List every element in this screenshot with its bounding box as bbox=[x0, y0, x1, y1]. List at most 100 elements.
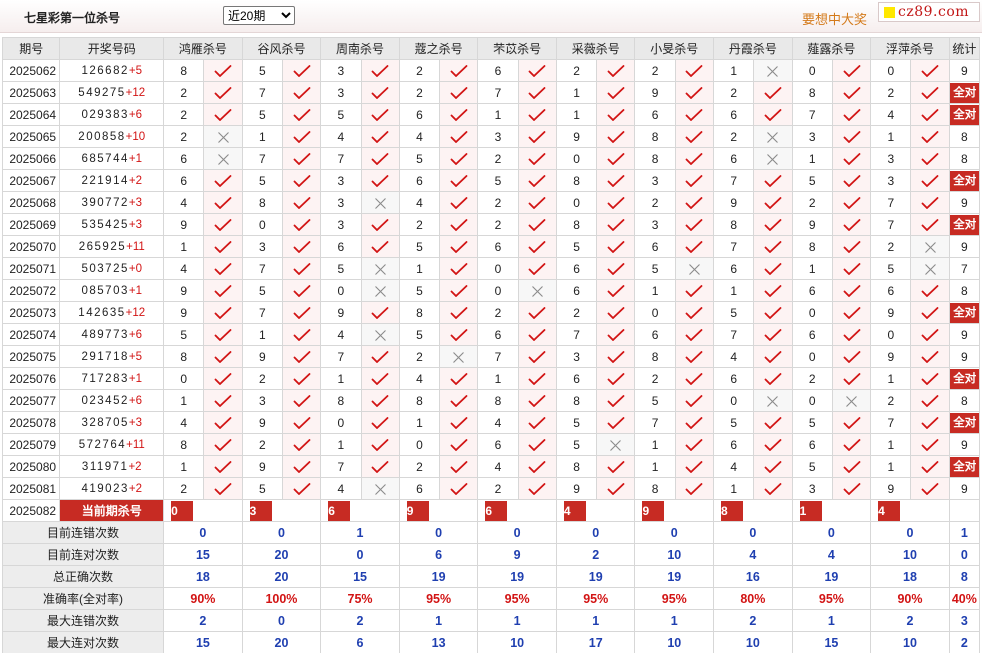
kill-number-cell: 4 bbox=[398, 191, 441, 214]
draw-digits: 328705 bbox=[81, 416, 129, 429]
result-cell bbox=[281, 191, 322, 214]
check-icon bbox=[764, 439, 782, 452]
check-icon bbox=[214, 373, 232, 386]
kill-number-cell: 6 bbox=[163, 147, 205, 170]
table-row: 2025079 572764+11 8 2 1 0 6 5 1 6 6 1 9 bbox=[1, 433, 981, 456]
draw-digits: 311971 bbox=[81, 460, 129, 473]
result-cell bbox=[281, 59, 322, 82]
kill-number-cell: 0 bbox=[791, 389, 833, 412]
stat-cell bbox=[948, 499, 981, 522]
result-cell bbox=[596, 103, 636, 126]
result-cell bbox=[674, 213, 715, 236]
kill-number-cell: 3 bbox=[320, 59, 362, 82]
summary-value: 95% bbox=[398, 587, 479, 610]
period-range-select[interactable]: 近20期 bbox=[223, 6, 295, 25]
table-row: 2025067 221914+2 6 5 3 6 5 8 3 7 5 3 全对 bbox=[1, 169, 981, 192]
result-cell bbox=[910, 323, 950, 346]
check-icon bbox=[450, 373, 468, 386]
site-logo[interactable]: cz89.com bbox=[878, 2, 980, 22]
draw-sum: +1 bbox=[128, 284, 142, 297]
result-cell bbox=[281, 411, 322, 434]
result-cell bbox=[517, 367, 557, 390]
result-cell bbox=[674, 103, 715, 126]
draw-digits: 572764 bbox=[78, 438, 127, 451]
check-icon bbox=[843, 175, 860, 188]
period-cell: 2025066 bbox=[1, 147, 61, 170]
cross-icon bbox=[374, 197, 386, 209]
draw-sum: +11 bbox=[126, 438, 145, 451]
summary-value: 16 bbox=[713, 565, 793, 588]
kill-number-cell: 6 bbox=[713, 147, 755, 170]
current-kill-cell: 4 bbox=[555, 499, 636, 522]
kill-number-cell: 2 bbox=[163, 477, 205, 500]
result-cell bbox=[281, 367, 322, 390]
result-cell bbox=[831, 433, 872, 456]
kill-number-cell: 7 bbox=[870, 191, 912, 214]
result-cell bbox=[753, 257, 793, 280]
check-icon bbox=[686, 87, 703, 100]
kill-number-cell: 9 bbox=[713, 191, 755, 214]
summary-value: 95% bbox=[555, 587, 636, 610]
kill-number-cell: 2 bbox=[163, 81, 205, 104]
result-cell bbox=[596, 433, 636, 456]
promo-link[interactable]: 要想中大奖 bbox=[802, 9, 867, 28]
check-icon bbox=[450, 307, 468, 320]
check-icon bbox=[371, 241, 389, 254]
check-icon bbox=[214, 483, 232, 496]
summary-value: 0 bbox=[948, 543, 981, 566]
result-cell bbox=[674, 147, 715, 170]
check-icon bbox=[528, 219, 546, 232]
check-icon bbox=[528, 197, 546, 210]
result-cell bbox=[360, 125, 400, 148]
result-cell bbox=[360, 433, 400, 456]
result-cell bbox=[831, 125, 872, 148]
kill-number-cell: 8 bbox=[634, 125, 676, 148]
draw-digits: 291718 bbox=[81, 350, 129, 363]
kill-number-cell: 0 bbox=[555, 191, 598, 214]
check-icon bbox=[450, 461, 468, 474]
result-cell bbox=[910, 213, 950, 236]
summary-value: 95% bbox=[791, 587, 872, 610]
kill-number-cell: 6 bbox=[634, 103, 676, 126]
kill-number-cell: 0 bbox=[320, 279, 362, 302]
draw-digits: 419023 bbox=[81, 482, 129, 495]
check-icon bbox=[764, 307, 782, 320]
summary-row: 准确率(全对率) 90% 100% 75% 95% 95% 95% 95% 80% 95% 90% 4… bbox=[1, 587, 981, 610]
result-cell bbox=[753, 345, 793, 368]
check-icon bbox=[921, 483, 939, 496]
kill-number-cell: 8 bbox=[791, 81, 833, 104]
kill-number-cell: 1 bbox=[555, 81, 598, 104]
kill-number-cell: 4 bbox=[713, 345, 755, 368]
summary-value: 6 bbox=[398, 543, 479, 566]
check-icon bbox=[450, 219, 468, 232]
summary-value: 10 bbox=[634, 543, 715, 566]
summary-value: 2 bbox=[713, 609, 793, 632]
column-header: 采薇杀号 bbox=[555, 37, 636, 60]
result-cell bbox=[360, 235, 400, 258]
result-cell bbox=[596, 367, 636, 390]
check-icon bbox=[450, 329, 468, 342]
current-kill-cell: 3 bbox=[241, 499, 322, 522]
draw-sum: +0 bbox=[128, 262, 142, 275]
kill-number-cell: 0 bbox=[870, 323, 912, 346]
check-icon bbox=[843, 241, 860, 254]
result-cell bbox=[439, 235, 479, 258]
result-cell bbox=[281, 455, 322, 478]
kill-number-cell: 6 bbox=[634, 323, 676, 346]
current-kill-cell: 9 bbox=[634, 499, 715, 522]
check-icon bbox=[764, 351, 782, 364]
kill-number-cell: 3 bbox=[320, 169, 362, 192]
kill-number-cell: 0 bbox=[477, 279, 519, 302]
summary-value: 0 bbox=[713, 521, 793, 544]
summary-value: 2 bbox=[870, 609, 950, 632]
period-cell: 2025065 bbox=[1, 125, 61, 148]
kill-number-cell: 1 bbox=[163, 455, 205, 478]
check-icon bbox=[764, 329, 782, 342]
result-cell bbox=[360, 477, 400, 500]
result-cell bbox=[596, 279, 636, 302]
summary-value: 2 bbox=[948, 631, 981, 653]
summary-value: 1 bbox=[477, 609, 557, 632]
result-cell bbox=[517, 323, 557, 346]
check-icon bbox=[214, 351, 232, 364]
check-icon bbox=[764, 219, 782, 232]
